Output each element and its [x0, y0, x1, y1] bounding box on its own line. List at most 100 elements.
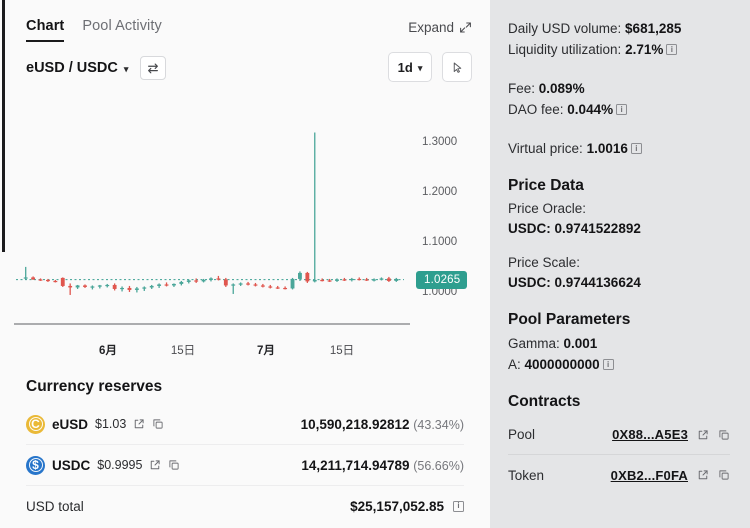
contract-address-pool[interactable]: 0X88...A5E3	[612, 427, 688, 442]
reserve-price-eusd: $1.03	[95, 417, 126, 431]
external-link-icon[interactable]	[697, 429, 709, 441]
pair-selector[interactable]: eUSD / USDC ▾	[26, 60, 128, 76]
copy-icon[interactable]	[718, 429, 730, 441]
candle-body	[61, 278, 65, 286]
candle-body	[357, 279, 361, 280]
swap-pair-button[interactable]	[140, 56, 166, 80]
current-price-badge: 1.0265	[416, 271, 467, 289]
candle-body	[224, 279, 228, 285]
price-chart[interactable]: 1.30001.20001.10001.0000 6月15日7月15日 1.02…	[0, 96, 490, 366]
external-link-icon[interactable]	[149, 459, 161, 471]
candle-body	[68, 286, 72, 288]
tab-pool-activity[interactable]: Pool Activity	[82, 18, 161, 40]
candle-body	[328, 280, 332, 281]
usd-total-value-wrap: $25,157,052.85 i	[350, 499, 464, 514]
candle-body	[209, 278, 213, 280]
price-oracle-value: USDC: 0.9741522892	[508, 219, 730, 239]
reserve-price-usdc: $0.9995	[97, 458, 142, 472]
a-parameter-value: 4000000000	[525, 354, 600, 375]
candle-body	[165, 284, 169, 285]
fee-row: Fee: 0.089%	[508, 78, 730, 99]
candle-body	[179, 282, 183, 284]
price-data-heading: Price Data	[508, 177, 730, 195]
chart-panel: Chart Pool Activity eUSD / USDC ▾ Expand	[0, 0, 490, 528]
x-axis-tick-label: 15日	[171, 342, 195, 358]
timeframe-value: 1d	[398, 60, 413, 75]
candle-body	[268, 286, 272, 287]
reserve-row-eusd: C eUSD $1.03 10	[26, 404, 464, 445]
candle-body	[83, 285, 87, 287]
virtual-price-row: Virtual price: 1.0016i	[508, 138, 730, 159]
candle-body	[90, 286, 94, 287]
candle-body	[150, 286, 154, 288]
external-link-icon[interactable]	[133, 418, 145, 430]
candle-body	[291, 279, 295, 289]
candle-body	[31, 277, 35, 279]
candle-body	[372, 279, 376, 280]
candle-body	[387, 278, 391, 281]
reserve-symbol-eusd: eUSD	[52, 417, 88, 432]
gamma-row: Gamma: 0.001	[508, 333, 730, 354]
expand-button[interactable]: Expand	[408, 20, 472, 35]
info-icon[interactable]: i	[616, 104, 627, 115]
tab-chart[interactable]: Chart	[26, 18, 64, 42]
candle-body	[276, 287, 280, 288]
x-axis-tick-label: 7月	[257, 342, 275, 358]
y-axis-tick-label: 1.2000	[422, 186, 457, 198]
price-oracle-label: Price Oracle:	[508, 199, 730, 219]
usdc-coin-glyph: $	[26, 456, 45, 475]
candle-body	[261, 285, 265, 286]
contract-label-pool: Pool	[508, 427, 535, 442]
copy-icon[interactable]	[718, 469, 730, 481]
contract-label-token: Token	[508, 468, 544, 483]
contract-row-token: Token 0XB2...F0FA	[508, 455, 730, 495]
timeframe-dropdown[interactable]: 1d ▾	[388, 52, 432, 82]
copy-icon[interactable]	[152, 418, 164, 430]
external-link-icon[interactable]	[697, 469, 709, 481]
info-icon[interactable]: i	[453, 501, 464, 512]
info-icon[interactable]: i	[666, 44, 677, 55]
pool-parameters-heading: Pool Parameters	[508, 311, 730, 329]
candle-body	[246, 283, 250, 284]
candle-body	[24, 277, 28, 278]
contracts-heading: Contracts	[508, 393, 730, 411]
info-icon[interactable]: i	[603, 359, 614, 370]
candle-body	[157, 284, 161, 286]
copy-icon[interactable]	[168, 459, 180, 471]
chevron-down-icon: ▾	[124, 64, 129, 75]
y-axis-tick-label: 1.3000	[422, 136, 457, 148]
contract-row-pool: Pool 0X88...A5E3	[508, 415, 730, 455]
candle-body	[98, 285, 102, 286]
liquidity-utilization-label: Liquidity utilization:	[508, 39, 621, 60]
fee-value: 0.089%	[539, 78, 585, 99]
fee-label: Fee:	[508, 78, 535, 99]
a-parameter-label: A:	[508, 354, 521, 375]
daily-volume-label: Daily USD volume:	[508, 18, 621, 39]
candle-body	[365, 279, 369, 280]
contract-address-token[interactable]: 0XB2...F0FA	[611, 468, 688, 483]
info-icon[interactable]: i	[631, 143, 642, 154]
currency-reserves-section: Currency reserves C eUSD $1.03	[0, 378, 490, 526]
candle-body	[142, 287, 146, 288]
tab-pool-activity-label: Pool Activity	[82, 18, 161, 34]
cursor-tool-button[interactable]	[442, 52, 472, 82]
usd-total-row: USD total $25,157,052.85 i	[26, 486, 464, 526]
virtual-price-value: 1.0016	[587, 138, 628, 159]
candle-body	[342, 279, 346, 280]
candle-body	[305, 273, 309, 282]
dao-fee-label: DAO fee:	[508, 99, 564, 120]
candle-body	[254, 284, 258, 285]
reserve-row-usdc: $ USDC $0.9995	[26, 445, 464, 486]
contract-right-pool: 0X88...A5E3	[612, 427, 730, 442]
x-axis-tick-label: 6月	[99, 342, 117, 358]
candle-body	[105, 285, 109, 286]
reserve-percent-eusd: (43.34%)	[413, 418, 464, 432]
candle-body	[239, 283, 243, 284]
chart-control-row: 1d ▾	[388, 52, 472, 82]
reserve-amount-value-usdc: 14,211,714.94789	[301, 458, 409, 473]
candle-body	[53, 281, 57, 282]
candle-body	[394, 279, 398, 281]
liquidity-utilization-value: 2.71%	[625, 39, 663, 60]
reserve-percent-usdc: (56.66%)	[413, 459, 464, 473]
dao-fee-value: 0.044%	[567, 99, 613, 120]
